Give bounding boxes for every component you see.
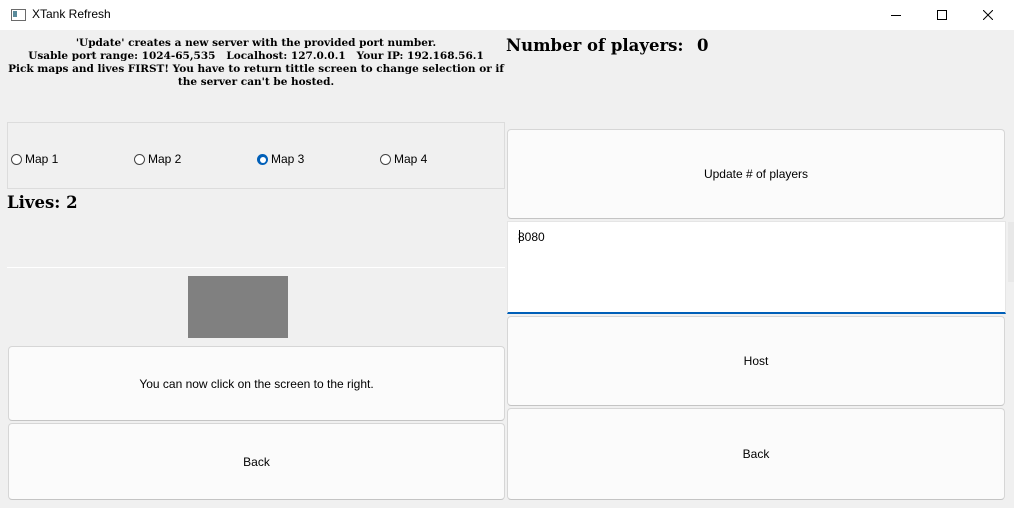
host-button[interactable]: Host (507, 316, 1005, 406)
app-icon (11, 9, 26, 21)
players-label: Number of players: (506, 36, 684, 55)
window-edge (1008, 222, 1014, 282)
status-message: You can now click on the screen to the r… (139, 376, 374, 391)
update-players-label: Update # of players (703, 167, 809, 181)
maximize-icon (937, 10, 947, 20)
preview-box[interactable] (188, 276, 288, 338)
map-3-label: Map 3 (271, 152, 305, 166)
radio-unchecked-icon (11, 153, 22, 165)
map-4-radio[interactable]: Map 4 (380, 152, 427, 166)
radio-checked-icon (257, 153, 268, 165)
update-players-button[interactable]: Update # of players (507, 129, 1005, 219)
close-button[interactable] (965, 0, 1011, 30)
close-icon (983, 10, 993, 20)
title-bar: XTank Refresh (0, 0, 1014, 30)
map-4-label: Map 4 (394, 152, 428, 166)
info-line-ports: Usable port range: 1024-65,535 Localhost… (28, 50, 484, 62)
back-button-right[interactable]: Back (507, 408, 1005, 500)
text-caret (519, 230, 520, 243)
host-label: Host (743, 354, 769, 368)
map-1-radio[interactable]: Map 1 (11, 152, 58, 166)
info-line-update: 'Update' creates a new server with the p… (75, 37, 437, 49)
map-selection-panel (7, 122, 505, 189)
map-3-radio[interactable]: Map 3 (257, 152, 304, 166)
radio-unchecked-icon (380, 153, 391, 165)
info-line-warning: Pick maps and lives FIRST! You have to r… (8, 63, 504, 88)
port-input[interactable]: 8080 (507, 221, 1006, 314)
back-button-left[interactable]: Back (8, 423, 505, 500)
lives-label: Lives: 2 (7, 193, 78, 212)
map-1-label: Map 1 (25, 152, 59, 166)
back-button-left-label: Back (243, 454, 270, 469)
back-button-right-label: Back (742, 447, 770, 461)
status-message-button[interactable]: You can now click on the screen to the r… (8, 346, 505, 421)
port-value: 8080 (518, 230, 545, 244)
minimize-button[interactable] (873, 0, 919, 30)
window-title: XTank Refresh (32, 7, 111, 21)
map-2-label: Map 2 (148, 152, 182, 166)
divider (7, 267, 505, 268)
map-2-radio[interactable]: Map 2 (134, 152, 181, 166)
players-count: 0 (697, 36, 709, 55)
minimize-icon (891, 15, 901, 16)
radio-unchecked-icon (134, 153, 145, 165)
info-text: 'Update' creates a new server with the p… (8, 37, 504, 89)
maximize-button[interactable] (919, 0, 965, 30)
